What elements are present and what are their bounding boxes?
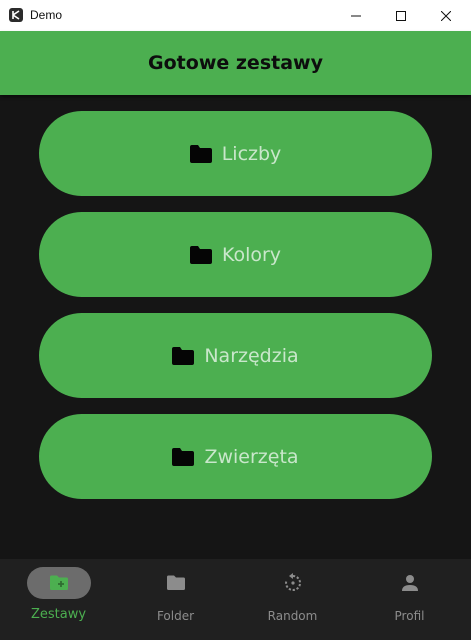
nav-item-folder[interactable]: Folder [117,559,234,640]
folder-icon [167,575,185,590]
folder-icon [172,447,195,466]
bottom-navigation: Zestawy Folder Random Profil [0,559,471,640]
nav-label: Zestawy [30,607,87,622]
nav-item-random[interactable]: Random [234,559,351,640]
maximize-button[interactable] [379,0,423,31]
folder-icon [189,245,212,264]
maximize-icon [396,10,406,21]
nav-label: Profil [394,609,425,623]
nav-item-profil[interactable]: Profil [351,559,468,640]
kivy-logo-icon [9,8,23,22]
app-header: Gotowe zestawy [0,31,471,95]
set-button-zwierzeta[interactable]: Zwierzęta [39,414,432,499]
set-button-label: Zwierzęta [204,445,299,468]
app-window: Demo Gotowe zestawy Liczby Kolory Narzęd… [0,0,471,640]
minimize-icon [351,15,361,16]
close-icon [441,10,451,21]
folder-icon [189,144,212,163]
set-button-label: Kolory [221,243,282,266]
close-button[interactable] [424,0,468,31]
set-button-label: Narzędzia [204,344,299,367]
window-titlebar[interactable]: Demo [0,0,471,31]
person-icon [402,575,418,591]
minimize-button[interactable] [334,0,378,31]
nav-item-zestawy[interactable]: Zestawy [0,559,117,640]
set-button-liczby[interactable]: Liczby [39,111,432,196]
set-button-narzedzia[interactable]: Narzędzia [39,313,432,398]
folder-plus-icon [50,575,68,590]
page-title: Gotowe zestawy [148,52,323,74]
set-button-label: Liczby [221,142,282,165]
window-title: Demo [30,8,63,22]
folder-icon [172,346,195,365]
rotate-icon [285,573,302,591]
set-button-kolory[interactable]: Kolory [39,212,432,297]
nav-label: Folder [156,609,195,623]
nav-label: Random [267,609,318,623]
